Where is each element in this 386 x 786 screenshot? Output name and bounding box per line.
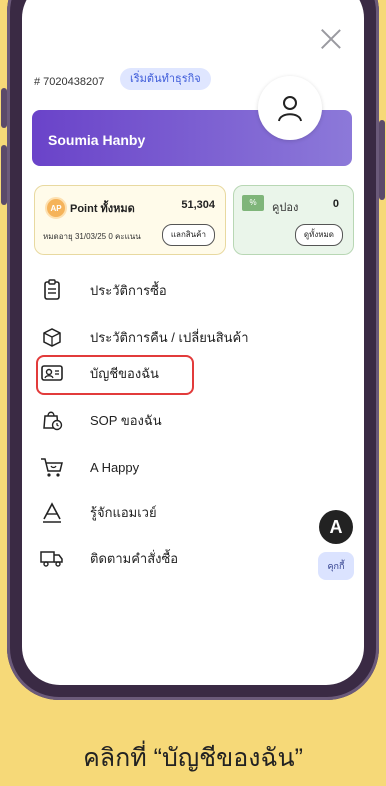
- phone-side-button: [379, 120, 385, 200]
- menu-item-track-order[interactable]: ติดตามคำสั่งซื้อ: [32, 538, 352, 578]
- points-value: 51,304: [181, 199, 215, 211]
- menu-label: A Happy: [90, 459, 140, 475]
- points-card[interactable]: AP Point ทั้งหมด 51,304 หมดอายุ 31/03/25…: [34, 185, 226, 255]
- menu-label: SOP ของฉัน: [90, 412, 162, 428]
- user-icon: [278, 96, 302, 122]
- phone-side-button: [1, 145, 7, 205]
- coupon-value: 0: [332, 198, 339, 210]
- menu-item-purchase-history[interactable]: ประวัติการซื้อ: [32, 270, 352, 310]
- coupon-card[interactable]: % คูปอง 0 ดูทั้งหมด: [233, 185, 354, 255]
- coupon-label: คูปอง: [272, 202, 299, 214]
- receipt-icon: [36, 274, 68, 306]
- menu-label: ติดตามคำสั่งซื้อ: [90, 550, 179, 566]
- menu-label: รู้จักแอมเวย์: [90, 504, 157, 520]
- app-screen: # 7020438207 เริ่มต้นทำธุรกิจ Soumia Han…: [22, 0, 364, 685]
- view-all-button[interactable]: ดูทั้งหมด: [294, 224, 343, 246]
- points-label: Point ทั้งหมด: [70, 203, 135, 215]
- amway-chat-button[interactable]: A: [319, 510, 353, 544]
- bag-clock-icon: [36, 404, 68, 436]
- profile-name: Soumia Hanby: [48, 132, 146, 148]
- member-id: # 7020438207: [34, 76, 105, 88]
- return-box-icon: [36, 321, 68, 353]
- truck-icon: [36, 542, 68, 574]
- status-badge: เริ่มต้นทำธุรกิจ: [120, 68, 211, 90]
- menu-item-about-amway[interactable]: รู้จักแอมเวย์: [32, 492, 352, 532]
- amway-logo-icon: [36, 496, 68, 528]
- menu-label: ประวัติการคืน / เปลี่ยนสินค้า: [90, 329, 249, 345]
- close-icon[interactable]: [320, 28, 342, 50]
- redeem-button[interactable]: แลกสินค้า: [161, 224, 215, 246]
- cart-smile-icon: [36, 451, 68, 483]
- chat-tag[interactable]: คุกกี้: [318, 552, 354, 580]
- highlight-box: [36, 355, 194, 395]
- menu-item-return-history[interactable]: ประวัติการคืน / เปลี่ยนสินค้า: [32, 317, 352, 357]
- menu-item-a-happy[interactable]: A Happy: [32, 447, 352, 487]
- phone-side-button: [1, 88, 7, 128]
- coupon-icon: %: [242, 195, 264, 211]
- ap-icon: AP: [45, 197, 67, 219]
- menu-label: ประวัติการซื้อ: [90, 282, 167, 298]
- menu-item-my-sop[interactable]: SOP ของฉัน: [32, 400, 352, 440]
- caption: คลิกที่ “บัญชีของฉัน”: [83, 744, 303, 772]
- points-expiry: หมดอายุ 31/03/25 0 คะแนน: [43, 232, 141, 241]
- avatar[interactable]: [258, 76, 322, 140]
